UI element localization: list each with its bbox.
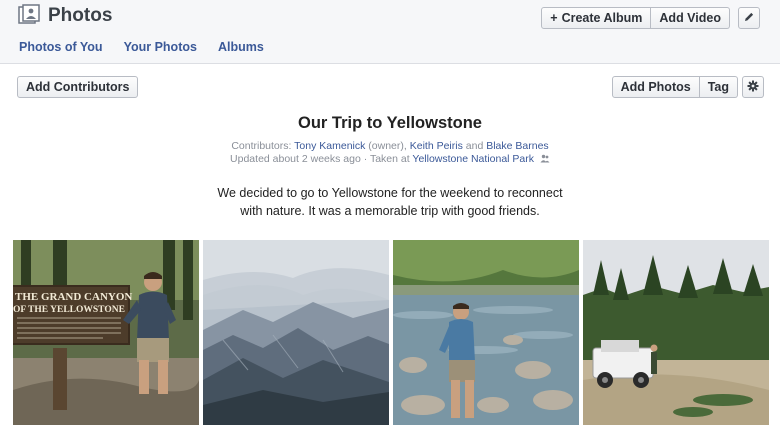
owner-note: (owner), (368, 140, 407, 152)
photo-3[interactable] (393, 240, 579, 425)
location-link[interactable]: Yellowstone National Park (412, 153, 534, 165)
description-line-2: with nature. It was a memorable trip wit… (240, 204, 540, 218)
photo-1[interactable]: THE GRAND CANYON OF THE YELLOWSTONE (13, 240, 199, 425)
pencil-icon (743, 11, 755, 26)
updated-line: Updated about 2 weeks ago · Taken at Yel… (0, 153, 780, 165)
add-video-button[interactable]: Add Video (651, 7, 730, 29)
separator: · (363, 153, 368, 165)
album-title: Our Trip to Yellowstone (298, 114, 482, 132)
album-tools: Add Photos Tag (611, 76, 764, 98)
and-text: and (465, 140, 484, 152)
add-photos-button[interactable]: Add Photos (611, 76, 700, 98)
description-line-1: We decided to go to Yellowstone for the … (217, 186, 563, 200)
page-title: Photos (48, 5, 113, 26)
contributor-link-owner[interactable]: Tony Kamenick (294, 140, 365, 152)
contributor-link-3[interactable]: Blake Barnes (486, 140, 548, 152)
tagged-people-icon (540, 154, 550, 163)
album-description: We decided to go to Yellowstone for the … (0, 184, 780, 220)
settings-button[interactable] (742, 76, 764, 98)
plus-icon: + (550, 11, 558, 25)
photo-4[interactable] (583, 240, 769, 425)
album-header: Photos + Create Album Add Video Photos o… (0, 0, 780, 64)
add-contributors-button[interactable]: Add Contributors (17, 76, 139, 98)
photo-2[interactable] (203, 240, 389, 425)
tab-photos-of-you[interactable]: Photos of You (19, 40, 103, 54)
photos-icon (18, 4, 40, 26)
create-album-label: Create Album (561, 11, 643, 25)
create-album-button[interactable]: + Create Album (541, 7, 652, 29)
tab-albums[interactable]: Albums (218, 40, 264, 54)
header-actions: + Create Album Add Video (541, 7, 730, 29)
contributors-prefix: Contributors: (231, 140, 292, 152)
updated-text: Updated about 2 weeks ago (230, 153, 361, 165)
photo-tabs: Photos of You Your Photos Albums (19, 40, 264, 54)
contributor-link-2[interactable]: Keith Peiris (410, 140, 463, 152)
add-tag-group: Add Photos Tag (611, 76, 738, 98)
contributors-line: Contributors: Tony Kamenick (owner), Kei… (0, 140, 780, 152)
photo-1-sign-line-2: OF THE YELLOWSTONE (13, 305, 125, 315)
gear-icon (747, 80, 759, 95)
tag-button[interactable]: Tag (699, 76, 738, 98)
taken-at-text: Taken at (369, 153, 410, 165)
photo-1-sign-line-1: THE GRAND CANYON (15, 291, 132, 303)
tab-your-photos[interactable]: Your Photos (124, 40, 197, 54)
edit-button[interactable] (738, 7, 760, 29)
